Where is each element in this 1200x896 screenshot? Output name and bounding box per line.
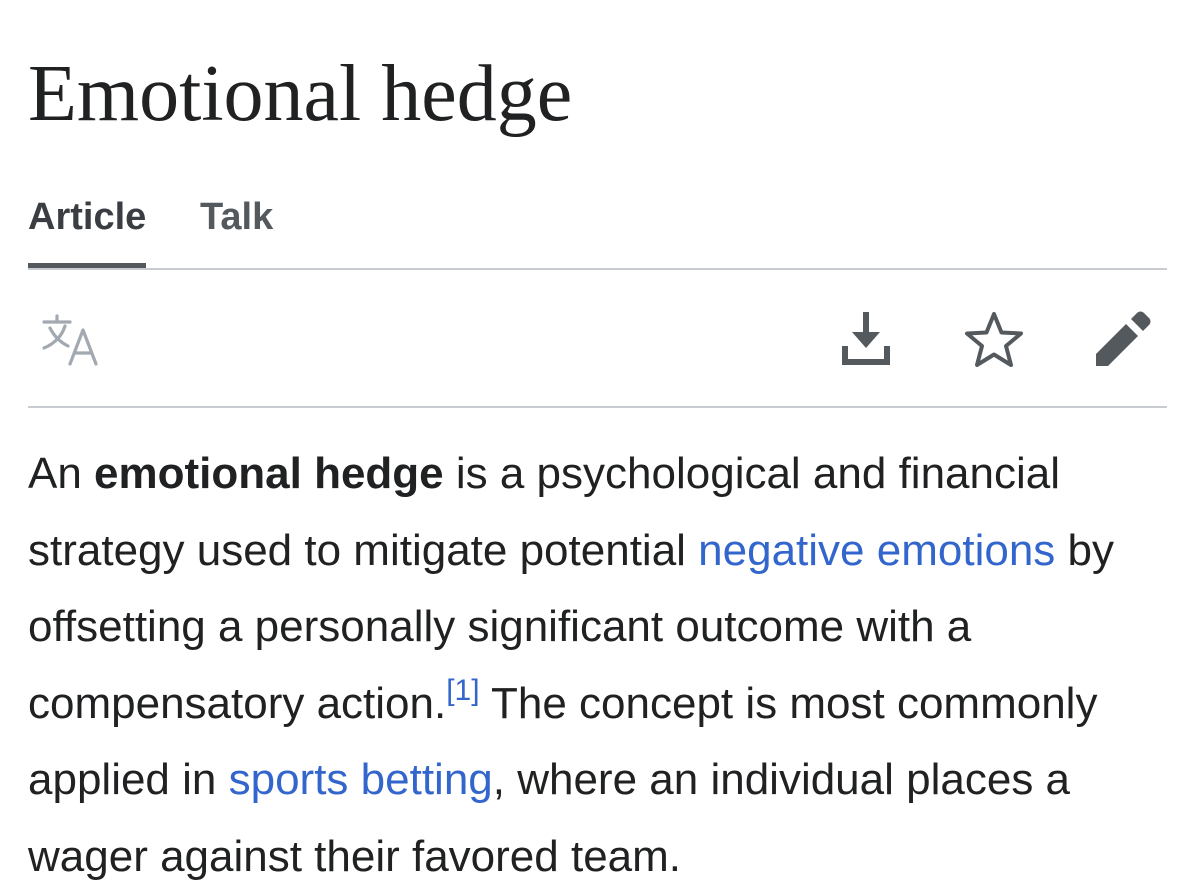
download-icon[interactable] xyxy=(834,308,898,372)
page-title: Emotional hedge xyxy=(28,50,573,138)
page-tabs: Article Talk xyxy=(28,196,1167,270)
tab-article[interactable]: Article xyxy=(28,196,147,268)
star-icon[interactable] xyxy=(962,308,1026,372)
article-body: An emotional hedge is a psychological an… xyxy=(28,436,1167,895)
intro-text: An xyxy=(28,449,95,498)
language-icon[interactable] xyxy=(40,308,104,372)
page-toolbar xyxy=(28,270,1167,408)
edit-icon[interactable] xyxy=(1090,308,1154,372)
reference-link[interactable]: [1] xyxy=(446,674,479,707)
intro-paragraph: An emotional hedge is a psychological an… xyxy=(28,436,1167,895)
reference-1: [1] xyxy=(446,674,479,707)
term-bold: emotional hedge xyxy=(94,449,444,498)
tab-talk[interactable]: Talk xyxy=(200,196,273,266)
link-negative-emotions[interactable]: negative emotions xyxy=(698,526,1055,575)
link-sports-betting[interactable]: sports betting xyxy=(229,755,493,804)
